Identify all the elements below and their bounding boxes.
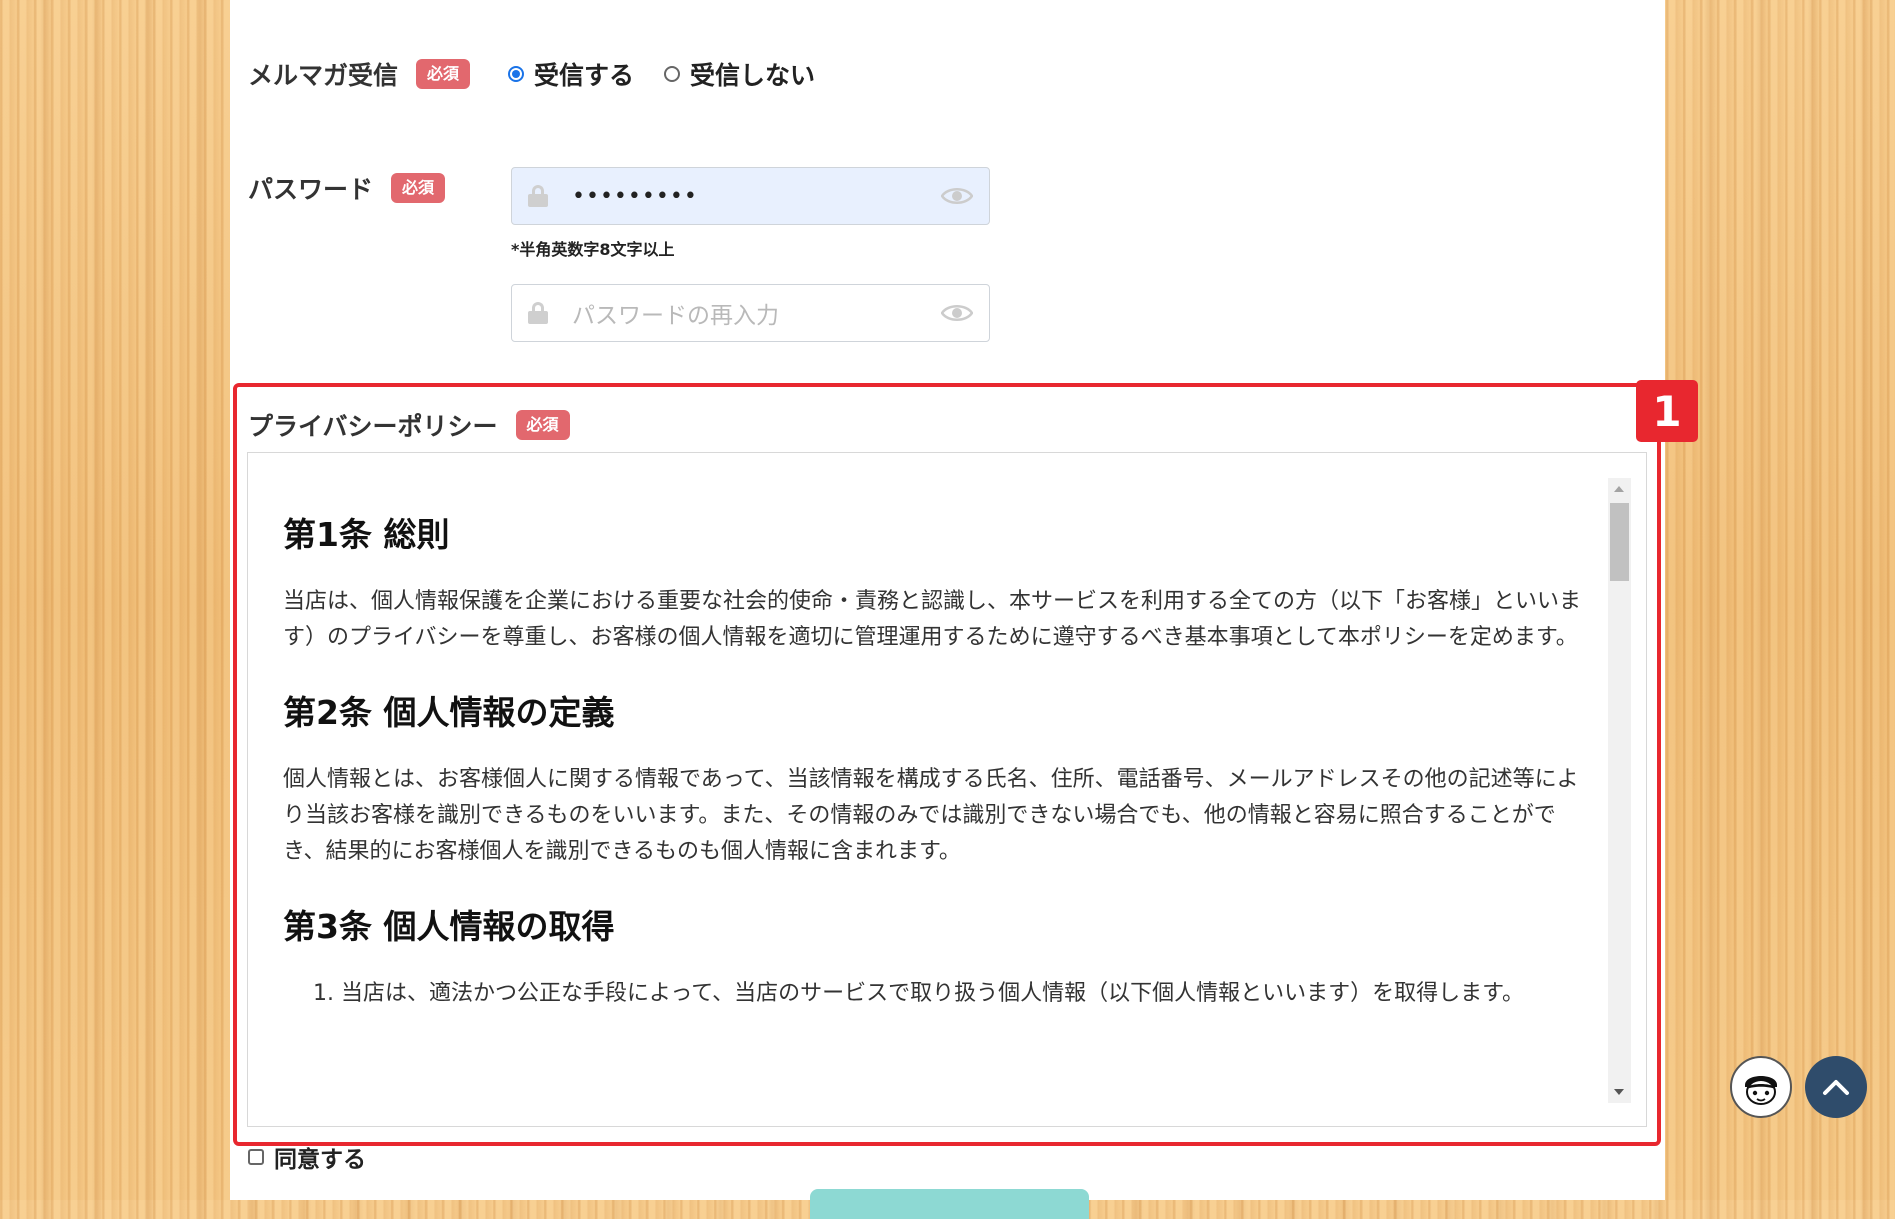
eye-icon[interactable] (941, 303, 973, 323)
scroll-up-arrow-icon[interactable] (1614, 486, 1624, 492)
lock-icon (528, 302, 548, 324)
option-label: 受信しない (690, 61, 816, 90)
radio-unchecked[interactable] (664, 66, 681, 82)
policy-section-text: 個人情報とは、お客様個人に関する情報であって、当該情報を構成する氏名、住所、電話… (283, 767, 1579, 864)
policy-section-text: 当店は、個人情報保護を企業における重要な社会的使命・責務と認識し、本サービスを利… (283, 589, 1582, 650)
privacy-policy-scrollbox[interactable]: 第1条 総則 当店は、個人情報保護を企業における重要な社会的使命・責務と認識し、… (247, 452, 1647, 1127)
required-badge: 必須 (416, 59, 471, 89)
required-badge: 必須 (515, 410, 570, 440)
password-field-label: パスワード 必須 (248, 170, 446, 206)
radio-checked[interactable] (508, 66, 524, 82)
policy-section-title: 第1条 総則 (283, 515, 450, 554)
agree-checkbox[interactable] (248, 1149, 264, 1165)
submit-button[interactable] (810, 1189, 1089, 1219)
scroll-thumb[interactable] (1610, 503, 1629, 581)
password-confirm-input[interactable]: パスワードの再入力 (511, 284, 990, 342)
agree-label: 同意する (274, 1147, 366, 1173)
support-character-button[interactable] (1730, 1056, 1792, 1118)
password-hint: *半角英数字8文字以上 (511, 240, 675, 259)
password-confirm-placeholder: パスワードの再入力 (572, 303, 779, 329)
password-value: ••••••••• (572, 183, 698, 209)
privacy-policy-content: 第1条 総則 当店は、個人情報保護を企業における重要な社会的使命・責務と認識し、… (283, 508, 1583, 1012)
newsletter-option-decline[interactable]: 受信しない (664, 56, 815, 92)
newsletter-field-label: メルマガ受信 必須 (248, 56, 471, 92)
agree-checkbox-label[interactable]: 同意する (248, 1140, 366, 1174)
newsletter-radio-group: 受信する 受信しない (508, 56, 845, 92)
lock-icon (528, 185, 548, 207)
policy-section-title: 第3条 個人情報の取得 (283, 907, 615, 946)
option-label: 受信する (534, 61, 635, 90)
scroll-down-arrow-icon[interactable] (1614, 1089, 1624, 1095)
character-face-icon (1745, 1076, 1777, 1105)
chevron-up-icon (1823, 1080, 1849, 1095)
annotation-number-badge: 1 (1636, 380, 1698, 442)
privacy-label: プライバシーポリシー (248, 412, 498, 441)
required-badge: 必須 (391, 173, 446, 203)
password-label: パスワード (248, 175, 374, 204)
registration-form: メルマガ受信 必須 受信する 受信しない パスワード 必須 ••••••••• … (230, 0, 1698, 1219)
eye-icon[interactable] (941, 186, 973, 206)
privacy-field-label: プライバシーポリシー 必須 (248, 407, 570, 443)
scroll-to-top-button[interactable] (1805, 1056, 1867, 1118)
newsletter-option-receive[interactable]: 受信する (508, 56, 634, 92)
policy-section-title: 第2条 個人情報の定義 (283, 693, 615, 732)
password-input[interactable]: ••••••••• (511, 167, 990, 225)
policy-list-item: 当店は、適法かつ公正な手段によって、当店のサービスで取り扱う個人情報（以下個人情… (341, 976, 1583, 1012)
scrollbar[interactable] (1608, 478, 1631, 1103)
policy-list: 当店は、適法かつ公正な手段によって、当店のサービスで取り扱う個人情報（以下個人情… (283, 976, 1583, 1012)
newsletter-label: メルマガ受信 (248, 61, 399, 90)
